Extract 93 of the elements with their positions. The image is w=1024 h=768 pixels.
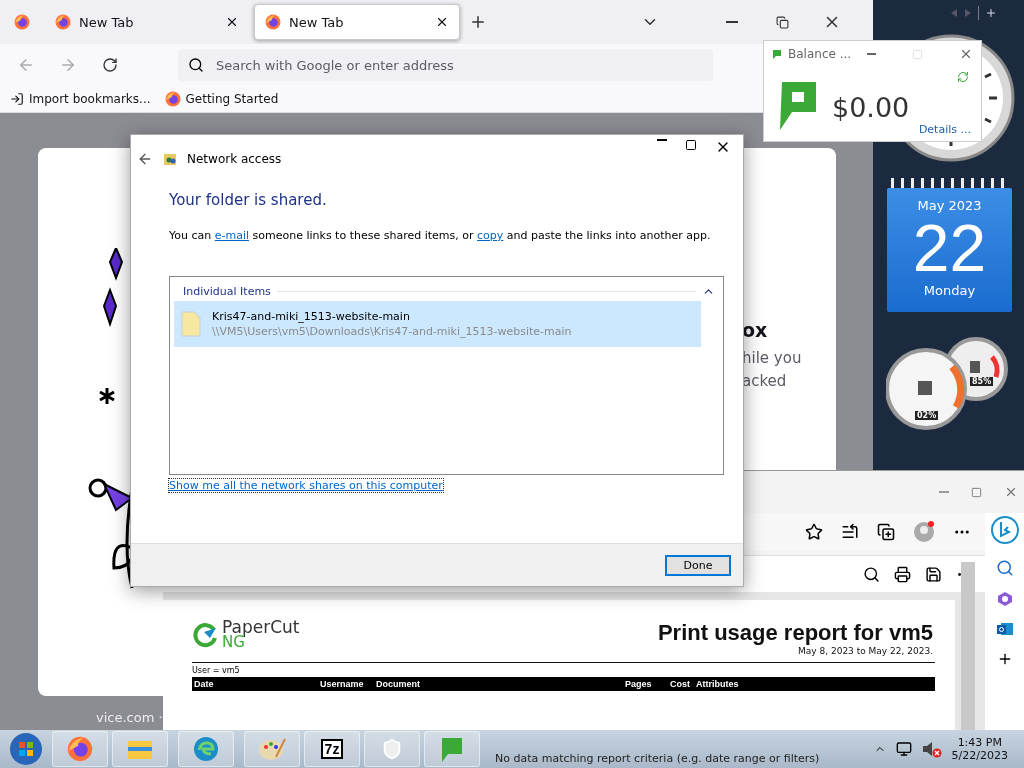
- report-title: Print usage report for vm5: [657, 620, 933, 646]
- edge-taskbar-button[interactable]: [178, 731, 234, 767]
- windows-logo: [9, 732, 43, 766]
- 7zip-label: 7z: [320, 739, 344, 759]
- firefox-icon: [164, 91, 181, 107]
- details-link[interactable]: Details ...: [918, 123, 971, 136]
- column-header: Date: [194, 679, 215, 689]
- column-header: Cost: [670, 679, 691, 689]
- save-button[interactable]: [925, 565, 942, 583]
- close-icon: [225, 15, 239, 29]
- calendar-month: May 2023: [917, 198, 982, 213]
- network-folder-icon: [163, 152, 177, 166]
- shared-item[interactable]: Kris47-and-miki_1513-website-main \\VM5\Users\vm5\Downloads\Kris47-and-miki_1513-website-main: [174, 301, 701, 347]
- search-button[interactable]: [995, 559, 1014, 577]
- report-filter: User = vm5: [192, 666, 241, 675]
- memory-reading: 85%: [970, 377, 994, 386]
- papercut-taskbar-button[interactable]: [424, 731, 480, 767]
- clock[interactable]: 1:43 PM 5/22/2023: [951, 736, 1008, 762]
- address-field[interactable]: Search with Google or enter address: [214, 56, 703, 74]
- office-button[interactable]: [996, 591, 1013, 607]
- maximize-button[interactable]: [685, 139, 697, 151]
- item-name: Kris47-and-miki_1513-website-main: [212, 310, 411, 323]
- dialog-heading: Your folder is shared.: [169, 191, 328, 209]
- column-header: Attributes: [696, 679, 740, 689]
- search-icon: [188, 57, 204, 73]
- column-header: Username: [320, 679, 365, 689]
- done-button[interactable]: Done: [665, 554, 731, 576]
- column-header: Pages: [625, 679, 653, 689]
- restore-icon: [775, 15, 789, 29]
- palette-icon: [258, 737, 286, 761]
- reload-icon: [102, 57, 118, 73]
- firefox-icon: [14, 14, 30, 30]
- bookmark-link[interactable]: Getting Started: [164, 91, 279, 107]
- minimize-icon: [726, 21, 738, 23]
- logo-subtitle: NG: [222, 635, 245, 650]
- firefox-icon: [55, 14, 71, 30]
- balance-amount: $0.00: [832, 91, 910, 123]
- arrow-right-icon: [59, 56, 77, 74]
- folder-icon: [180, 310, 202, 338]
- import-icon: [10, 92, 24, 106]
- logo-name: PaperCut: [222, 620, 300, 635]
- profile-avatar[interactable]: [913, 521, 935, 543]
- favorites-button[interactable]: [841, 523, 859, 541]
- share-message: You can e-mail someone links to these shared items, or copy and paste the links into another app.: [169, 229, 712, 242]
- collections-button[interactable]: [877, 523, 895, 541]
- shield-icon: [381, 738, 403, 760]
- cpu-reading: 02%: [915, 411, 939, 420]
- page-footer-text: vice.com ·: [96, 710, 164, 725]
- arrow-left-icon: [950, 9, 958, 17]
- firefox-icon: [265, 14, 281, 30]
- page-heading: ox: [742, 318, 769, 343]
- minimize-icon: [867, 53, 876, 55]
- inline-link[interactable]: copy: [477, 229, 504, 242]
- maximize-icon: [912, 48, 923, 60]
- firefox-icon: [67, 736, 93, 762]
- page-text: acked: [742, 371, 788, 392]
- gadget-title: Balance ...: [788, 47, 853, 61]
- edge-icon: [193, 736, 219, 762]
- papercut-icon: [440, 736, 464, 762]
- add-favorite-button[interactable]: [805, 523, 823, 541]
- print-button[interactable]: [894, 565, 911, 583]
- browser-tab[interactable]: New Tab: [254, 4, 460, 40]
- report-date-range: May 8, 2023 to May 22, 2023.: [798, 646, 933, 656]
- address-bar[interactable]: Search with Google or enter address: [178, 49, 713, 81]
- folder-icon: [127, 738, 153, 760]
- close-icon: [435, 15, 449, 29]
- empty-report-message: No data matching report criteria (e.g. date range or filters): [495, 752, 820, 765]
- refresh-icon: [957, 71, 969, 83]
- close-icon: [959, 47, 973, 61]
- group-label: Individual Items: [183, 284, 271, 298]
- network-icon[interactable]: [895, 741, 912, 757]
- arrow-right-icon: [964, 9, 972, 17]
- papercut-icon: [772, 49, 782, 59]
- minimize-button[interactable]: [656, 139, 667, 141]
- calendar-day: 22: [912, 213, 987, 283]
- outlook-button[interactable]: [996, 621, 1013, 637]
- volume-button[interactable]: [921, 740, 942, 758]
- item-path: \\VM5\Users\vm5\Downloads\Kris47-and-miki_1513-website-main: [212, 325, 572, 338]
- file-explorer-taskbar-button[interactable]: [112, 731, 168, 767]
- column-header: Document: [376, 679, 421, 689]
- find-button[interactable]: [863, 565, 880, 583]
- network-shares-link[interactable]: Show me all the network shares on this computer: [169, 479, 443, 492]
- plus-icon: [469, 13, 487, 31]
- inline-link[interactable]: e-mail: [214, 229, 250, 242]
- 7zip-taskbar-button[interactable]: 7z: [304, 731, 360, 767]
- browser-tab[interactable]: New Tab: [44, 4, 250, 40]
- calendar-weekday: Monday: [923, 283, 976, 298]
- plus-icon: [985, 7, 997, 19]
- back-button[interactable]: [137, 151, 153, 167]
- firefox-taskbar-button[interactable]: [52, 731, 108, 767]
- papercut-logo: [192, 622, 218, 648]
- bookmark-link[interactable]: Import bookmarks...: [10, 92, 151, 106]
- dialog-title: Network access: [187, 152, 282, 166]
